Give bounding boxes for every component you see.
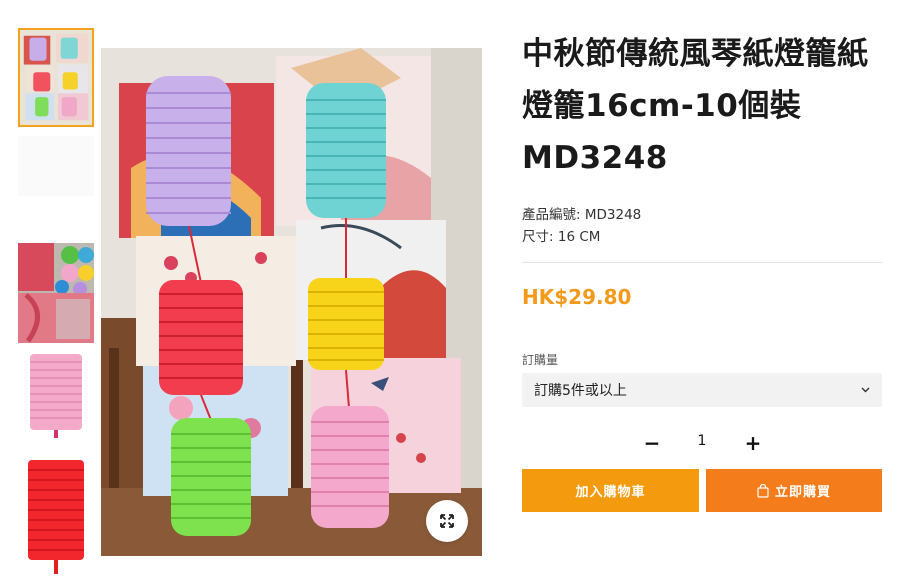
add-to-cart-label: 加入購物車 xyxy=(575,485,646,500)
product-code-row: 產品編號: MD3248 xyxy=(522,204,882,226)
purple-lantern xyxy=(146,76,231,226)
order-quantity-selected: 訂購5件或以上 xyxy=(534,383,627,399)
shopping-bag-icon xyxy=(757,483,769,498)
chevron-down-icon xyxy=(861,385,870,396)
product-title: 中秋節傳統風琴紙燈籠紙燈籠16cm-10個裝MD3248 xyxy=(522,36,869,176)
product-info: 中秋節傳統風琴紙燈籠紙燈籠16cm-10個裝MD3248 產品編號: MD324… xyxy=(522,28,882,407)
main-product-image[interactable] xyxy=(101,48,482,556)
order-quantity-label: 訂購量 xyxy=(522,353,559,367)
red-lantern xyxy=(159,280,243,395)
green-lantern xyxy=(171,418,251,536)
thumb-packaging[interactable] xyxy=(18,243,94,343)
product-code-label: 產品編號: xyxy=(522,207,581,223)
decrement-button[interactable]: − xyxy=(637,428,667,458)
thumb-pink-lantern[interactable] xyxy=(18,348,94,442)
teal-lantern xyxy=(306,83,386,218)
add-to-cart-button[interactable]: 加入購物車 xyxy=(522,469,699,512)
product-size-value: 16 CM xyxy=(557,229,601,245)
product-code-value: MD3248 xyxy=(584,207,642,223)
divider xyxy=(522,262,882,263)
product-price: HK$29.80 xyxy=(522,285,632,309)
product-size-row: 尺寸: 16 CM xyxy=(522,226,882,248)
zoom-button[interactable] xyxy=(426,500,468,542)
order-quantity-select[interactable]: 訂購5件或以上 xyxy=(522,373,882,407)
product-meta: 產品編號: MD3248 尺寸: 16 CM xyxy=(522,204,882,248)
thumb-main-photo[interactable] xyxy=(18,28,94,127)
expand-arrows-icon xyxy=(440,514,454,528)
yellow-lantern xyxy=(308,278,384,370)
thumb-red-lantern[interactable] xyxy=(18,456,94,580)
buy-now-button[interactable]: 立即購買 xyxy=(706,469,882,512)
product-size-label: 尺寸: xyxy=(522,229,554,245)
quantity-value[interactable]: 1 xyxy=(687,433,717,449)
thumb-blank[interactable] xyxy=(18,136,94,196)
pink-lantern xyxy=(311,406,389,528)
quantity-stepper: − 1 + xyxy=(522,428,882,458)
increment-button[interactable]: + xyxy=(738,428,768,458)
buy-now-label: 立即購買 xyxy=(774,485,831,500)
